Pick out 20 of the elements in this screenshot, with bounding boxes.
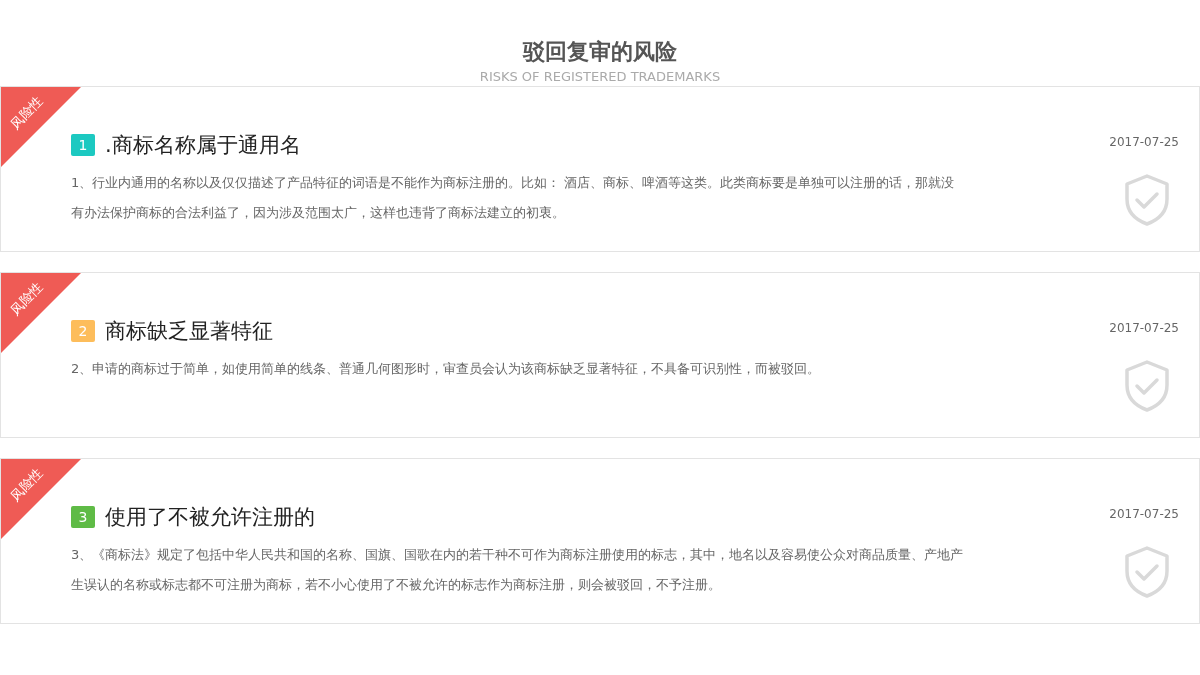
number-badge: 2 [71,320,95,342]
ribbon-label: 风险性 [7,93,46,133]
date: 2017-07-25 [1109,321,1179,335]
item-description: 3、《商标法》规定了包括中华人民共和国的名称、国旗、国歌在内的若干种不可作为商标注册使用的标志，其中，地名以及容易使公众对商品质量、产地产生误认的名称或标志都不可注册为商标，若不小心使用了不被允许的标志作为商标注册，则会被驳回，不予注册。 [71,546,965,594]
item-title: 商标缺乏显著特征 [105,318,273,345]
item-title: 使用了不被允许注册的 [105,504,315,531]
item-title: .商标名称属于通用名 [105,132,301,159]
date: 2017-07-25 [1109,507,1179,521]
ribbon-label: 风险性 [7,465,46,505]
shield-check-icon [1123,359,1171,413]
ribbon-label: 风险性 [7,279,46,319]
section-title: 驳回复审的风险 [523,38,677,66]
number-badge: 3 [71,506,95,528]
shield-check-icon [1123,545,1171,599]
number-badge: 1 [71,134,95,156]
date: 2017-07-25 [1109,135,1179,149]
shield-check-icon [1123,173,1171,227]
item-description: 1、行业内通用的名称以及仅仅描述了产品特征的词语是不能作为商标注册的。比如： 酒店、商标、啤酒等这类。此类商标要是单独可以注册的话，那就没有办法保护商标的合法利益了，因为涉及范围太广，这样也违背了商标法建立的初衷。 [71,174,956,222]
section-subtitle: RISKS OF REGISTERED TRADEMARKS [479,68,721,86]
item-description: 2、申请的商标过于简单，如使用简单的线条、普通几何图形时，审查员会认为该商标缺乏显著特征，不具备可识别性，而被驳回。 [71,360,822,378]
